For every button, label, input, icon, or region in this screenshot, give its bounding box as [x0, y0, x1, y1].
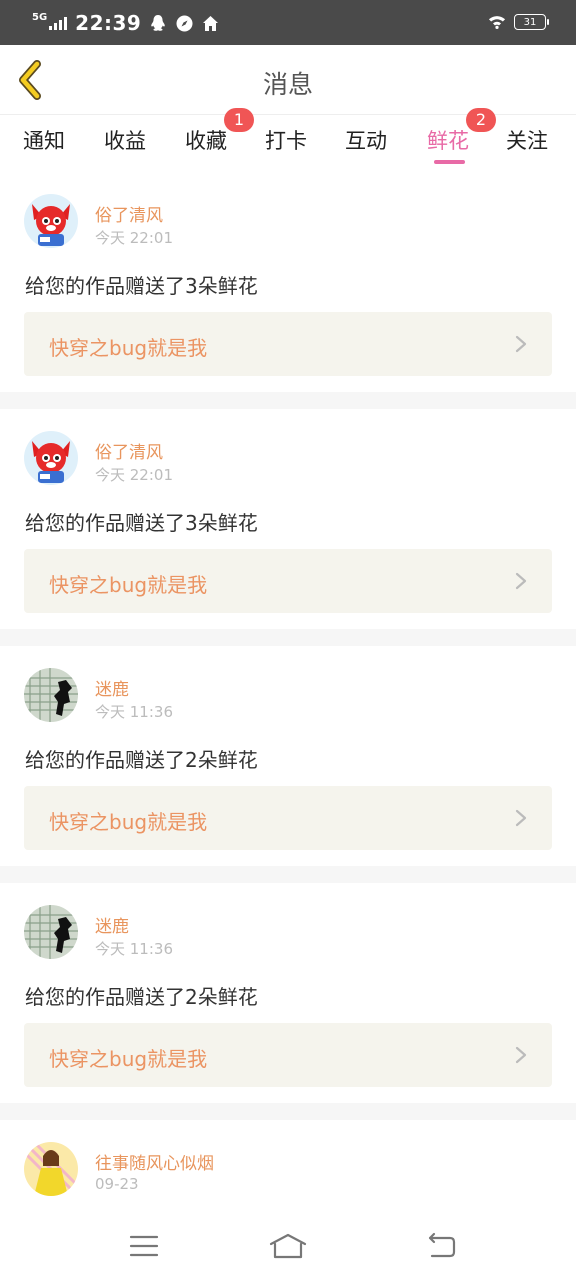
tab-earnings[interactable]: 收益 [104, 125, 146, 155]
status-bar: 5G 22:39 31 [0, 0, 576, 45]
fox-avatar[interactable] [24, 194, 78, 248]
chevron-right-icon [515, 809, 527, 827]
message-text: 给您的作品赠送了2朵鲜花 [25, 985, 258, 1009]
signal-icon [49, 16, 68, 30]
divider [0, 392, 576, 409]
back-icon [428, 1232, 456, 1258]
girl-avatar[interactable] [24, 1142, 78, 1196]
message-text: 给您的作品赠送了2朵鲜花 [25, 748, 258, 772]
tab-flowers-badge: 2 [466, 108, 496, 132]
username[interactable]: 迷鹿 [95, 675, 129, 700]
tab-label: 打卡 [265, 129, 307, 153]
timestamp: 09-23 [95, 1175, 139, 1193]
work-title: 快穿之bug就是我 [49, 336, 208, 360]
fox-avatar[interactable] [24, 431, 78, 485]
work-link[interactable]: 快穿之bug就是我 [24, 312, 552, 376]
tab-interaction[interactable]: 互动 [345, 125, 387, 155]
message-card: 俗了清风 今天 22:01 给您的作品赠送了3朵鲜花 快穿之bug就是我 [0, 172, 576, 392]
home-button[interactable] [268, 1230, 308, 1262]
compass-icon [175, 14, 193, 32]
divider [0, 1103, 576, 1120]
timestamp: 今天 11:36 [95, 940, 173, 958]
tab-follow[interactable]: 关注 [506, 125, 548, 155]
tab-favorites-badge: 1 [224, 108, 254, 132]
message-text: 给您的作品赠送了3朵鲜花 [25, 511, 258, 535]
tab-label: 鲜花 [427, 129, 469, 153]
status-bar-right: 31 [488, 13, 549, 31]
qq-icon [149, 14, 167, 32]
app-header: 消息 [0, 45, 576, 115]
home-icon [201, 14, 219, 32]
home-icon [269, 1233, 307, 1259]
work-link[interactable]: 快穿之bug就是我 [24, 549, 552, 613]
username[interactable]: 俗了清风 [95, 438, 163, 463]
tab-checkin[interactable]: 打卡 [265, 125, 307, 155]
timestamp: 今天 11:36 [95, 703, 173, 721]
work-link[interactable]: 快穿之bug就是我 [24, 1023, 552, 1087]
status-bar-left: 5G 22:39 [32, 11, 219, 35]
silhouette-avatar[interactable] [24, 668, 78, 722]
message-card: 俗了清风 今天 22:01 给您的作品赠送了3朵鲜花 快穿之bug就是我 [0, 409, 576, 629]
divider [0, 629, 576, 646]
tab-label: 收益 [104, 129, 146, 153]
username[interactable]: 往事随风心似烟 [95, 1149, 214, 1174]
back-nav-button[interactable] [420, 1230, 460, 1262]
message-text: 给您的作品赠送了3朵鲜花 [25, 274, 258, 298]
divider [0, 866, 576, 883]
work-title: 快穿之bug就是我 [49, 810, 208, 834]
clock: 22:39 [75, 11, 142, 35]
page-title: 消息 [262, 70, 313, 99]
battery-level: 31 [523, 16, 537, 28]
wifi-icon [488, 13, 506, 31]
username[interactable]: 迷鹿 [95, 912, 129, 937]
tab-bar: 通知 收益 收藏 1 打卡 互动 鲜花 2 关注 [0, 108, 576, 170]
chevron-right-icon [515, 572, 527, 590]
work-title: 快穿之bug就是我 [49, 573, 208, 597]
work-link[interactable]: 快穿之bug就是我 [24, 786, 552, 850]
menu-icon [129, 1235, 159, 1257]
system-nav-bar [0, 1212, 576, 1280]
chevron-right-icon [515, 1046, 527, 1064]
silhouette-avatar[interactable] [24, 905, 78, 959]
battery-indicator: 31 [514, 14, 549, 30]
username[interactable]: 俗了清风 [95, 201, 163, 226]
message-list: 俗了清风 今天 22:01 给您的作品赠送了3朵鲜花 快穿之bug就是我 俗了清… [0, 172, 576, 1280]
chevron-right-icon [515, 335, 527, 353]
tab-favorites[interactable]: 收藏 [185, 125, 227, 155]
timestamp: 今天 22:01 [95, 229, 173, 247]
tab-notifications[interactable]: 通知 [23, 125, 65, 155]
tab-label: 收藏 [185, 129, 227, 153]
work-title: 快穿之bug就是我 [49, 1047, 208, 1071]
message-card: 迷鹿 今天 11:36 给您的作品赠送了2朵鲜花 快穿之bug就是我 [0, 646, 576, 866]
menu-button[interactable] [124, 1230, 164, 1262]
tab-label: 关注 [506, 129, 548, 153]
message-card: 迷鹿 今天 11:36 给您的作品赠送了2朵鲜花 快穿之bug就是我 [0, 883, 576, 1103]
tab-label: 互动 [345, 129, 387, 153]
tab-label: 通知 [23, 129, 65, 153]
timestamp: 今天 22:01 [95, 466, 173, 484]
active-tab-indicator [434, 160, 465, 164]
network-type: 5G [32, 12, 48, 23]
tab-flowers[interactable]: 鲜花 [427, 125, 469, 155]
